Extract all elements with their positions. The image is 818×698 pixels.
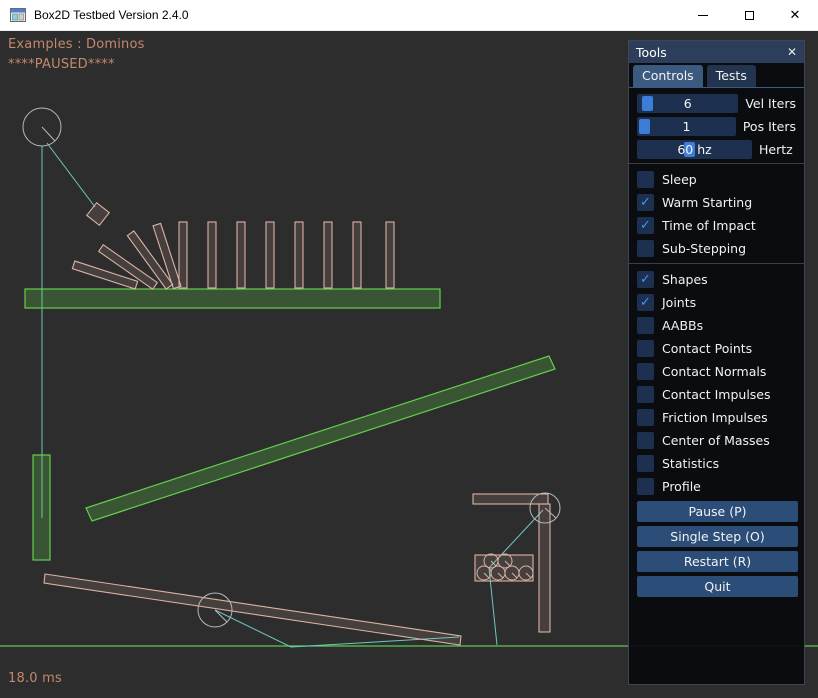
checkbox-box [637, 271, 654, 288]
paused-label: ****PAUSED**** [8, 57, 115, 72]
window-controls: ✕ [680, 0, 818, 31]
app-icon [10, 8, 26, 22]
checkbox-box [637, 294, 654, 311]
restart-button[interactable]: Restart (R) [637, 551, 798, 572]
quit-button[interactable]: Quit [637, 576, 798, 597]
checkbox-box [637, 317, 654, 334]
tools-panel-titlebar[interactable]: Tools ✕ [629, 41, 804, 63]
separator [629, 263, 804, 264]
checkbox-box [637, 217, 654, 234]
checkbox-warm-starting[interactable]: Warm Starting [637, 194, 796, 211]
vel-iters-grab[interactable] [642, 96, 653, 111]
static-shapes [25, 289, 555, 560]
checkbox-box [637, 194, 654, 211]
hertz-row: 60 hz Hertz [637, 140, 796, 159]
close-icon: ✕ [790, 7, 801, 23]
checkbox-sub-stepping[interactable]: Sub-Stepping [637, 240, 796, 257]
checkbox-contact-points[interactable]: Contact Points [637, 340, 796, 357]
pause-button[interactable]: Pause (P) [637, 501, 798, 522]
checkbox-aabbs[interactable]: AABBs [637, 317, 796, 334]
hertz-slider[interactable]: 60 hz [637, 140, 752, 159]
tab-controls[interactable]: Controls [633, 65, 703, 87]
pos-iters-slider[interactable]: 1 [637, 117, 736, 136]
tools-panel: Tools ✕ Controls Tests 6 Vel Iters 1 Pos… [628, 40, 805, 685]
vel-iters-label: Vel Iters [745, 96, 796, 111]
checkbox-box [637, 386, 654, 403]
maximize-icon [745, 11, 754, 20]
checkbox-contact-normals[interactable]: Contact Normals [637, 363, 796, 380]
checkbox-box [637, 478, 654, 495]
checkbox-friction-impulses[interactable]: Friction Impulses [637, 409, 796, 426]
checkbox-time-of-impact[interactable]: Time of Impact [637, 217, 796, 234]
pos-iters-label: Pos Iters [743, 119, 796, 134]
separator [629, 163, 804, 164]
panel-close-icon[interactable]: ✕ [787, 45, 797, 59]
hertz-label: Hertz [759, 142, 793, 157]
checkbox-center-of-masses[interactable]: Center of Masses [637, 432, 796, 449]
checkbox-sleep[interactable]: Sleep [637, 171, 796, 188]
dynamic-shapes [44, 203, 550, 645]
tab-tests[interactable]: Tests [707, 65, 756, 87]
pos-iters-grab[interactable] [639, 119, 650, 134]
pivot-circles [23, 108, 560, 627]
vel-iters-slider[interactable]: 6 [637, 94, 738, 113]
vel-iters-row: 6 Vel Iters [637, 94, 796, 113]
titlebar[interactable]: Box2D Testbed Version 2.4.0 ✕ [0, 0, 818, 31]
checkbox-box [637, 409, 654, 426]
checkbox-shapes[interactable]: Shapes [637, 271, 796, 288]
physics-viewport[interactable]: Examples : Dominos ****PAUSED**** 18.0 m… [0, 31, 818, 698]
frame-time-label: 18.0 ms [8, 671, 62, 686]
minimize-icon [698, 15, 708, 16]
minimize-button[interactable] [680, 0, 726, 31]
checkbox-box [637, 240, 654, 257]
checkbox-profile[interactable]: Profile [637, 478, 796, 495]
checkbox-box [637, 340, 654, 357]
tools-panel-body: 6 Vel Iters 1 Pos Iters 60 hz Hertz [629, 88, 804, 597]
checkbox-statistics[interactable]: Statistics [637, 455, 796, 472]
single-step-button[interactable]: Single Step (O) [637, 526, 798, 547]
checkbox-box [637, 455, 654, 472]
window-title: Box2D Testbed Version 2.4.0 [34, 8, 680, 22]
tools-tab-bar: Controls Tests [629, 63, 804, 88]
pos-iters-row: 1 Pos Iters [637, 117, 796, 136]
checkbox-box [637, 171, 654, 188]
example-label: Examples : Dominos [8, 37, 145, 52]
checkbox-contact-impulses[interactable]: Contact Impulses [637, 386, 796, 403]
close-button[interactable]: ✕ [772, 0, 818, 31]
checkbox-box [637, 432, 654, 449]
checkbox-box [637, 363, 654, 380]
maximize-button[interactable] [726, 0, 772, 31]
tools-panel-title: Tools [636, 45, 667, 60]
checkbox-joints[interactable]: Joints [637, 294, 796, 311]
